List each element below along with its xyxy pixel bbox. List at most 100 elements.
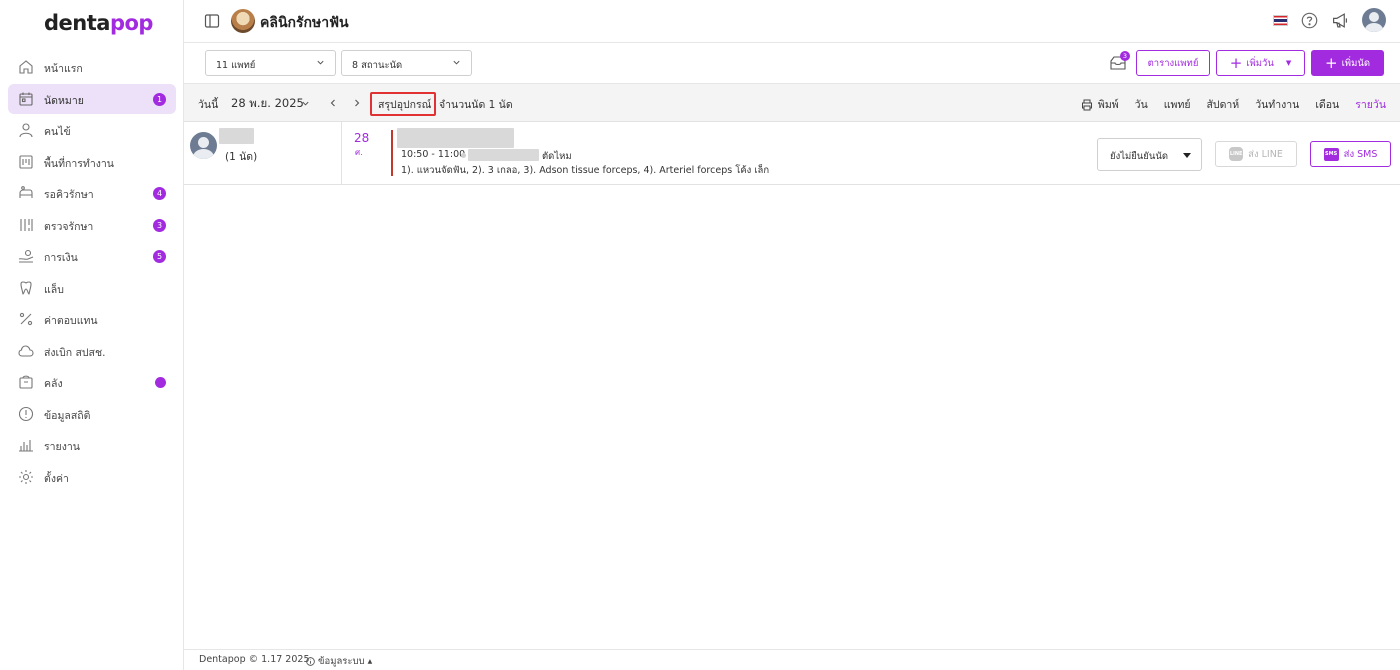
procedure-name: ตัดไหม <box>542 151 572 162</box>
statistics-icon <box>18 406 34 421</box>
sidebar-item-inventory[interactable]: คลัง <box>8 367 176 397</box>
tab-daily[interactable]: รายวัน <box>1355 96 1386 113</box>
patient-name-redacted[interactable] <box>397 128 514 148</box>
add-day-button[interactable]: + เพิ่มวัน ▼ <box>1216 50 1305 76</box>
caret-up-icon: ▲ <box>367 658 373 665</box>
day-abbreviation: ศ. <box>355 148 363 157</box>
separator-dot <box>461 153 466 158</box>
print-button[interactable]: พิมพ์ <box>1081 96 1119 113</box>
finance-badge: 5 <box>153 250 166 263</box>
system-info-link[interactable]: ข้อมูลระบบ ▲ <box>306 654 372 669</box>
sidebar-item-statistics[interactable]: ข้อมูลสถิติ <box>8 399 176 429</box>
printer-icon <box>1081 99 1092 110</box>
appointments-badge: 1 <box>153 92 166 106</box>
doctor-schedule-button[interactable]: ตารางแพทย์ <box>1136 50 1210 76</box>
equipment-summary-button[interactable]: สรุปอุปกรณ์ <box>378 96 431 113</box>
megaphone-icon[interactable] <box>1331 12 1349 29</box>
day-number: 28 <box>354 131 370 145</box>
sidebar-toggle-icon[interactable] <box>204 13 220 29</box>
sidebar-item-label: นัดหมาย <box>44 94 84 107</box>
waiting-queue-badge: 4 <box>153 187 166 200</box>
chevron-down-icon[interactable] <box>301 99 310 108</box>
sidebar-item-workspace[interactable]: พื้นที่การทำงาน <box>8 147 176 177</box>
inbox-button[interactable]: 3 <box>1109 51 1130 71</box>
sidebar-nav: หน้าแรก นัดหมาย 1 คนไข้ พื้นที่การทำงาน … <box>8 52 176 493</box>
sidebar-item-lab[interactable]: แล็บ <box>8 273 176 303</box>
date-toolbar: วันนี้ 28 พ.ย. 2025 สรุปอุปกรณ์ จำนวนนัด… <box>184 84 1400 122</box>
sidebar-item-label: ตรวจรักษา <box>44 220 94 233</box>
thai-flag-icon[interactable] <box>1273 14 1288 26</box>
appointment-count: จำนวนนัด 1 นัด <box>439 99 513 111</box>
gear-icon <box>19 469 33 484</box>
patient-info-redacted <box>468 149 539 161</box>
report-icon <box>19 440 33 452</box>
sidebar-item-reports[interactable]: รายงาน <box>8 430 176 460</box>
today-button[interactable]: วันนี้ <box>198 96 218 113</box>
inbox-count-badge: 3 <box>1120 51 1130 61</box>
logo[interactable]: dentapop <box>44 11 153 35</box>
doctor-avatar <box>190 132 217 159</box>
filter-toolbar: 11 แพทย์ 8 สถานะนัด 3 ตารางแพทย์ + เพิ่ม… <box>184 43 1400 84</box>
chevron-down-icon <box>317 60 324 65</box>
send-sms-label: ส่ง SMS <box>1343 148 1378 160</box>
info-icon <box>306 657 315 666</box>
footer: Dentapop © 1.17 2025 ข้อมูลระบบ ▲ <box>184 649 1400 670</box>
line-icon: LINE <box>1229 147 1244 161</box>
date-picker[interactable]: 28 พ.ย. 2025 <box>231 95 304 113</box>
sidebar-item-label: แล็บ <box>44 283 64 296</box>
sms-icon: SMS <box>1323 147 1339 161</box>
appointment-status-select[interactable]: ยังไม่ยืนยันนัด <box>1097 138 1202 171</box>
send-line-button[interactable]: LINE ส่ง LINE <box>1215 141 1297 167</box>
treatment-badge: 3 <box>153 218 166 232</box>
doctor-name-redacted <box>219 128 254 144</box>
status-filter-select[interactable]: 8 สถานะนัด <box>341 50 472 76</box>
sidebar-item-label: ข้อมูลสถิติ <box>44 409 91 422</box>
user-avatar[interactable] <box>1362 8 1386 32</box>
sidebar-item-waiting-queue[interactable]: รอคิวรักษา 4 <box>8 178 176 208</box>
sidebar-item-label: ค่าตอบแทน <box>44 315 98 327</box>
caret-down-icon: ▼ <box>1285 59 1292 67</box>
tab-workday[interactable]: วันทำงาน <box>1255 96 1299 113</box>
add-appointment-button[interactable]: + เพิ่มนัด <box>1311 50 1384 76</box>
plus-icon: + <box>1324 54 1338 72</box>
sidebar-item-nhso-claim[interactable]: ส่งเบิก สปสช. <box>8 336 176 366</box>
tooth-icon <box>20 280 32 295</box>
sidebar-item-patients[interactable]: คนไข้ <box>8 115 176 145</box>
copyright-text: Dentapop © 1.17 2025 <box>199 654 310 665</box>
appointment-row: (1 นัด) 28 ศ. 10:50 - 11:00 ตัดไหม 1). แ… <box>184 122 1400 185</box>
tab-day[interactable]: วัน <box>1135 96 1148 113</box>
doctor-appointment-count: (1 นัด) <box>225 151 258 163</box>
tab-month[interactable]: เดือน <box>1315 96 1339 113</box>
doctor-filter-select[interactable]: 11 แพทย์ <box>205 50 336 76</box>
inventory-notification-dot <box>155 377 166 388</box>
help-icon[interactable] <box>1301 12 1318 29</box>
add-day-label: เพิ่มวัน <box>1246 57 1274 69</box>
doctor-filter-value: 11 แพทย์ <box>216 60 256 71</box>
sidebar-item-label: หน้าแรก <box>44 63 83 75</box>
calendar-icon <box>19 92 33 106</box>
header-actions <box>1273 8 1386 32</box>
queue-icon <box>19 186 33 198</box>
sidebar-item-label: พื้นที่การทำงาน <box>44 157 114 170</box>
tab-doctor[interactable]: แพทย์ <box>1164 96 1191 113</box>
status-filter-value: 8 สถานะนัด <box>352 60 403 71</box>
plus-icon: + <box>1229 54 1243 72</box>
print-label: พิมพ์ <box>1097 99 1119 111</box>
tab-week[interactable]: สัปดาห์ <box>1207 96 1240 113</box>
inventory-icon <box>19 375 33 389</box>
sidebar-item-finance[interactable]: การเงิน 5 <box>8 241 176 271</box>
sidebar-item-label: รายงาน <box>44 441 80 453</box>
sidebar-item-appointments[interactable]: นัดหมาย 1 <box>8 83 176 114</box>
sidebar-item-home[interactable]: หน้าแรก <box>8 52 176 82</box>
sidebar-item-compensation[interactable]: ค่าตอบแทน <box>8 304 176 334</box>
equipment-list: 1). แหวนจัดฟัน, 2). 3 เกลอ, 3). Adson ti… <box>401 165 770 176</box>
chevron-left-icon[interactable] <box>328 98 338 108</box>
treatment-icon <box>20 218 33 231</box>
sidebar-item-settings[interactable]: ตั้งค่า <box>8 462 176 492</box>
sidebar-item-label: การเงิน <box>44 252 78 264</box>
sidebar-item-treatment[interactable]: ตรวจรักษา 3 <box>8 210 176 240</box>
send-sms-button[interactable]: SMS ส่ง SMS <box>1310 141 1391 167</box>
appointment-indicator-bar <box>391 130 393 176</box>
chevron-right-icon[interactable] <box>352 98 362 108</box>
sidebar-item-label: คลัง <box>44 378 63 390</box>
